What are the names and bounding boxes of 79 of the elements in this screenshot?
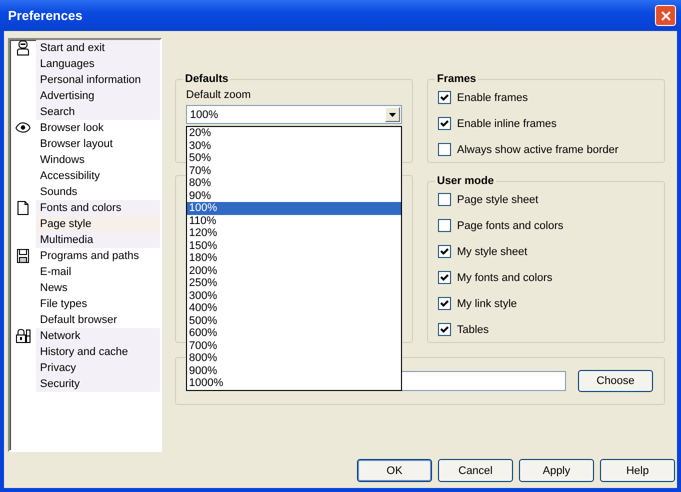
sidebar-item[interactable]: Browser layout: [36, 136, 160, 152]
sidebar-item[interactable]: Start and exit: [36, 40, 160, 56]
list-option[interactable]: 70%: [187, 164, 401, 177]
checkbox[interactable]: [438, 219, 451, 232]
checkbox[interactable]: [438, 323, 451, 336]
choose-button[interactable]: Choose: [578, 370, 653, 392]
list-option[interactable]: 150%: [187, 240, 401, 252]
list-option[interactable]: 90%: [187, 190, 401, 202]
checkbox-label: Always show active frame border: [457, 144, 618, 156]
list-option[interactable]: 800%: [187, 352, 401, 364]
list-option[interactable]: 900%: [187, 364, 401, 377]
sidebar-item[interactable]: Page style: [36, 216, 160, 232]
sidebar-item[interactable]: News: [36, 280, 160, 296]
file-path-field[interactable]: [402, 371, 566, 391]
list-option[interactable]: 200%: [187, 264, 401, 277]
checkbox-label: Page style sheet: [457, 194, 538, 206]
dropdown-button[interactable]: [385, 107, 400, 122]
checkbox-label: Tables: [457, 324, 489, 336]
group-title: Defaults: [184, 73, 230, 85]
dialog-button[interactable]: Apply: [519, 459, 594, 482]
sidebar-item[interactable]: Default browser: [36, 312, 160, 328]
sidebar-item[interactable]: Languages: [36, 56, 160, 72]
checkbox-label: My fonts and colors: [457, 272, 552, 284]
close-button[interactable]: [655, 5, 676, 26]
window-title: Preferences: [8, 8, 82, 23]
list-option[interactable]: 1000%: [187, 377, 401, 390]
list-option[interactable]: 20%: [187, 127, 401, 140]
sidebar-item[interactable]: Security: [36, 376, 160, 392]
checkbox-label: Enable inline frames: [457, 118, 557, 130]
checkbox-label: Page fonts and colors: [457, 220, 564, 232]
sidebar-item[interactable]: Accessibility: [36, 168, 160, 184]
checkbox[interactable]: [438, 193, 451, 206]
checkbox[interactable]: [438, 117, 451, 130]
checkbox-label: My style sheet: [457, 246, 528, 258]
list-option[interactable]: 500%: [187, 314, 401, 327]
checkbox[interactable]: [438, 271, 451, 284]
zoom-dropdown[interactable]: 100%: [186, 105, 402, 124]
checkbox[interactable]: [438, 143, 451, 156]
sidebar-item[interactable]: Advertising: [36, 88, 160, 104]
sidebar-item[interactable]: Programs and paths: [36, 248, 160, 264]
list-option[interactable]: 80%: [187, 177, 401, 190]
list-option[interactable]: 30%: [187, 140, 401, 152]
dialog-button[interactable]: Cancel: [438, 459, 513, 482]
checkbox[interactable]: [438, 297, 451, 310]
sidebar-item[interactable]: E-mail: [36, 264, 160, 280]
close-icon: [660, 10, 670, 20]
list-option[interactable]: 180%: [187, 252, 401, 264]
dialog-button[interactable]: OK: [357, 459, 432, 482]
sidebar-item[interactable]: File types: [36, 296, 160, 312]
group-title: User mode: [436, 175, 495, 187]
list-option[interactable]: 250%: [187, 277, 401, 290]
list-option[interactable]: 400%: [187, 302, 401, 314]
list-option[interactable]: 300%: [187, 290, 401, 302]
sidebar-item[interactable]: Fonts and colors: [36, 200, 160, 216]
list-option[interactable]: 120%: [187, 227, 401, 240]
checkbox[interactable]: [438, 91, 451, 104]
list-option[interactable]: 600%: [187, 327, 401, 340]
sidebar-item[interactable]: Network: [36, 328, 160, 344]
caret-icon: [389, 112, 396, 116]
checkbox[interactable]: [438, 245, 451, 258]
sidebar-item[interactable]: Multimedia: [36, 232, 160, 248]
list-option[interactable]: 700%: [187, 340, 401, 352]
padlock-icon: [15, 328, 31, 344]
group-title: Frames: [436, 73, 478, 85]
checkbox-label: My link style: [457, 298, 517, 310]
sidebar-item[interactable]: Sounds: [36, 184, 160, 200]
dialog-button[interactable]: Help: [600, 459, 675, 482]
list-option[interactable]: 110%: [187, 214, 401, 227]
page-icon: [15, 200, 31, 216]
zoom-label: Default zoom: [186, 89, 252, 101]
checkbox-label: Enable frames: [457, 92, 528, 104]
list-option[interactable]: 100%: [187, 202, 401, 214]
sidebar-item[interactable]: Search: [36, 104, 160, 120]
sidebar-item[interactable]: Browser look: [36, 120, 160, 136]
sidebar-item[interactable]: Windows: [36, 152, 160, 168]
list-option[interactable]: 50%: [187, 152, 401, 164]
sidebar-item[interactable]: History and cache: [36, 344, 160, 360]
sidebar-item[interactable]: Privacy: [36, 360, 160, 376]
sidebar-item[interactable]: Personal information: [36, 72, 160, 88]
